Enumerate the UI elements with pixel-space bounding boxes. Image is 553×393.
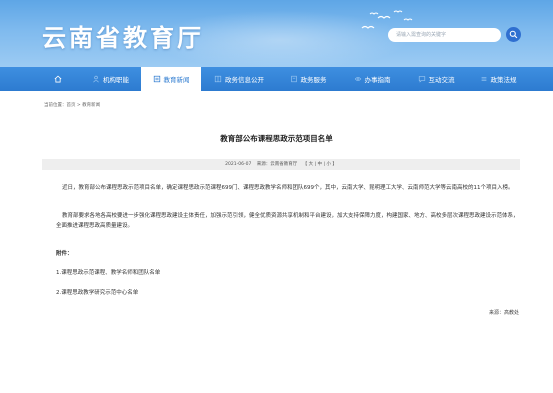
nav-item-service[interactable]: 政务服务 (277, 67, 339, 91)
nav-item-chat[interactable]: 互动交流 (405, 67, 467, 91)
guide-icon (354, 77, 361, 81)
nav-label-policy: 政策法规 (490, 76, 517, 84)
article-paragraph: 教育部要求各地各高校要进一步强化课程思政建设主体责任，加强示范引领，健全优质资源… (56, 213, 519, 229)
breadcrumb: 当前位置：首页 > 教育新闻 (44, 102, 100, 108)
attachments-heading: 附件： (56, 251, 73, 257)
font-size-switcher[interactable]: 【 大 | 中 | 小 】 (303, 162, 337, 167)
policy-icon (481, 77, 486, 81)
breadcrumb-prefix: 当前位置： (44, 103, 67, 108)
main-nav: 机构职能 教育新闻 政务信息公开 政务服务 办事指南 互动交流 政策法规 (0, 67, 553, 91)
nav-label-service: 政务服务 (300, 76, 327, 84)
news-icon (153, 75, 160, 83)
article-meta-bar: 2021-06-07 来源：云南省教育厅 【 大 | 中 | 小 】 (42, 159, 520, 170)
nav-label-org: 机构职能 (103, 76, 129, 84)
breadcrumb-home-link[interactable]: 首页 (67, 103, 76, 108)
nav-item-news[interactable]: 教育新闻 (141, 67, 201, 91)
article-paragraph: 近日，教育部公布课程思政示范项目名单，确定课程思政示范课程699门、课程思政教学… (62, 185, 514, 191)
attachment-link[interactable]: 1.课程思政示范课程、教学名师和团队名单 (56, 268, 520, 278)
article-source-meta: 来源：云南省教育厅 (256, 162, 298, 167)
org-icon (93, 75, 99, 83)
attachment-link[interactable]: 2.课程思政教学研究示范中心名单 (56, 288, 520, 298)
service-icon (290, 75, 297, 83)
nav-item-info[interactable]: 政务信息公开 (201, 67, 277, 91)
search-icon (509, 30, 518, 39)
site-title[interactable]: 云南省教育厅 (42, 18, 204, 53)
nav-label-news: 教育新闻 (163, 76, 190, 84)
nav-item-policy[interactable]: 政策法规 (467, 67, 529, 91)
nav-label-guide: 办事指南 (364, 76, 391, 84)
nav-item-guide[interactable]: 办事指南 (339, 67, 405, 91)
nav-label-chat: 互动交流 (428, 76, 455, 84)
nav-item-home[interactable] (36, 67, 80, 91)
home-icon (54, 75, 62, 83)
article-title: 教育部公布课程思政示范项目名单 (220, 134, 333, 143)
header-banner: 云南省教育厅 请输入需查询的关键字 (0, 0, 553, 67)
article-date: 2021-06-07 (225, 162, 252, 167)
info-icon (214, 75, 222, 83)
nav-item-org[interactable]: 机构职能 (80, 67, 141, 91)
chat-icon (418, 76, 425, 83)
nav-label-info: 政务信息公开 (225, 76, 264, 84)
article-footer-source: 来源：高教处 (488, 310, 519, 316)
breadcrumb-section-link[interactable]: 教育新闻 (82, 103, 100, 108)
search-button[interactable] (506, 27, 521, 42)
search-input[interactable]: 请输入需查询的关键字 (388, 28, 501, 42)
